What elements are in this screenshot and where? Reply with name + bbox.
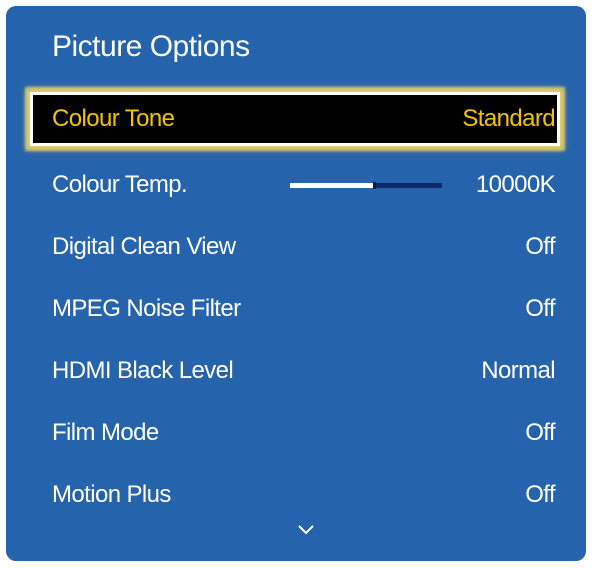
menu-item-label: Motion Plus: [52, 481, 171, 508]
chevron-down-icon[interactable]: [297, 524, 315, 536]
menu-item-digital-clean-view[interactable]: Digital Clean View Off: [30, 216, 560, 278]
menu-item-colour-temp[interactable]: Colour Temp. 10000K: [30, 154, 560, 216]
menu-item-value: Standard: [462, 105, 555, 132]
menu-item-value: 10000K: [475, 171, 556, 198]
menu-item-label: Colour Tone: [52, 105, 175, 132]
menu-item-value: Off: [525, 233, 555, 260]
menu-item-value: Off: [525, 481, 555, 508]
colour-temp-slider[interactable]: [290, 182, 442, 189]
picture-options-panel: Picture Options Colour Tone Standard Col…: [6, 6, 586, 561]
menu-item-label: HDMI Black Level: [52, 357, 234, 384]
menu-item-hdmi-black-level[interactable]: HDMI Black Level Normal: [30, 340, 560, 402]
menu-item-label: MPEG Noise Filter: [52, 295, 241, 322]
menu-list: Colour Tone Standard Colour Temp. 10000K…: [6, 92, 586, 526]
menu-item-motion-plus[interactable]: Motion Plus Off: [30, 464, 560, 526]
menu-item-value: Normal: [481, 357, 555, 384]
slider-fill: [290, 183, 374, 188]
menu-item-film-mode[interactable]: Film Mode Off: [30, 402, 560, 464]
menu-item-label: Film Mode: [52, 419, 159, 446]
menu-item-value: Off: [525, 419, 555, 446]
menu-item-label: Digital Clean View: [52, 233, 236, 260]
menu-item-colour-tone[interactable]: Colour Tone Standard: [30, 92, 560, 146]
slider-knob[interactable]: [372, 182, 376, 189]
menu-item-value: Off: [525, 295, 555, 322]
menu-item-label: Colour Temp.: [52, 171, 188, 198]
menu-title: Picture Options: [52, 30, 250, 63]
menu-item-mpeg-noise-filter[interactable]: MPEG Noise Filter Off: [30, 278, 560, 340]
